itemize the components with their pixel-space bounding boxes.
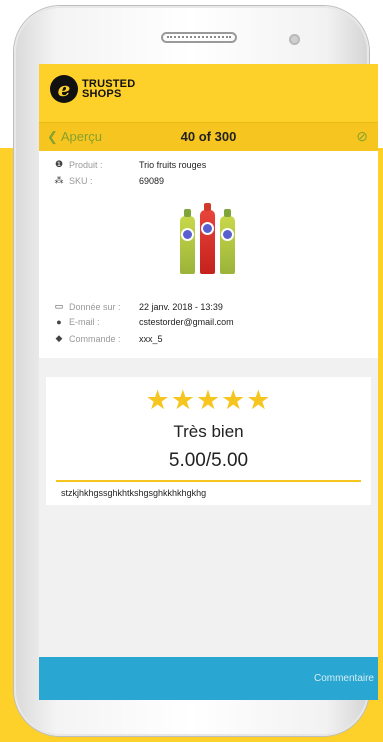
label-dot	[223, 230, 232, 239]
tag-icon: ◆	[55, 333, 63, 343]
trusted-shops-logo: e TRUSTED SHOPS	[50, 75, 135, 103]
speaker-dots	[167, 36, 231, 41]
review-comment: stzkjhkhgssghkhtkshgsghkkhkhgkhg	[61, 488, 207, 498]
label-dot	[203, 224, 212, 233]
user-icon: ●	[56, 317, 62, 327]
product-label: Produit :	[69, 159, 103, 170]
comment-button[interactable]: Commentaire	[314, 673, 374, 684]
label-dot	[183, 230, 192, 239]
calendar-icon: ▭	[54, 301, 64, 311]
navigation-bar: ❮ Aperçu 40 of 300 ⊘	[39, 122, 378, 151]
date-label: Donnée sur :	[69, 301, 121, 312]
bottle-red-center	[200, 203, 215, 274]
product-details: ❶ Produit : Trio fruits rouges ⁂ SKU : 6…	[39, 151, 378, 358]
sku-label: SKU :	[69, 175, 93, 186]
front-camera	[289, 34, 300, 45]
order-value: xxx_5	[139, 333, 163, 344]
app-screen: e TRUSTED SHOPS ❮ Aperçu 40 of 300 ⊘ ❶ P…	[39, 64, 378, 700]
email-label: E-mail :	[69, 317, 100, 327]
product-value: Trio fruits rouges	[139, 159, 207, 170]
date-row: ▭ Donnée sur : 22 janv. 2018 - 13:39	[53, 301, 223, 312]
rating-score: 5.00/5.00	[168, 450, 249, 471]
footer-bar: Commentaire	[39, 657, 378, 700]
info-icon: ❶	[54, 159, 64, 169]
bottle-green-right	[220, 209, 235, 274]
rating-divider	[56, 480, 361, 482]
cap	[184, 209, 191, 217]
logo-text: TRUSTED SHOPS	[82, 79, 135, 100]
visibility-off-icon[interactable]: ⊘	[356, 128, 368, 145]
sku-row: ⁂ SKU : 69089	[53, 175, 165, 186]
product-row: ❶ Produit : Trio fruits rouges	[53, 159, 206, 170]
cap	[204, 203, 211, 211]
order-label: Commande :	[69, 333, 121, 344]
sku-value: 69089	[139, 175, 165, 186]
review-card: ★★★★★ Très bien 5.00/5.00 stzkjhkhgssghk…	[46, 377, 371, 505]
date-value: 22 janv. 2018 - 13:39	[139, 301, 223, 312]
star-rating: ★★★★★	[145, 385, 272, 415]
cap	[224, 209, 231, 217]
email-value: cstestorder@gmail.com	[139, 317, 234, 327]
speaker-grille	[161, 32, 237, 43]
product-image	[178, 203, 238, 274]
bottle-green-left	[180, 209, 195, 274]
brand-header: e TRUSTED SHOPS	[39, 64, 378, 122]
logo-e-icon: e	[50, 75, 78, 103]
rating-label: Très bien	[173, 422, 244, 441]
order-row: ◆ Commande : xxx_5	[53, 333, 163, 344]
email-row: ● E-mail : cstestorder@gmail.com	[53, 317, 234, 327]
logo-text-line2: SHOPS	[82, 88, 122, 100]
sitemap-icon: ⁂	[54, 175, 64, 185]
page-title: 40 of 300	[180, 129, 237, 144]
phone-frame: e TRUSTED SHOPS ❮ Aperçu 40 of 300 ⊘ ❶ P…	[14, 6, 378, 736]
